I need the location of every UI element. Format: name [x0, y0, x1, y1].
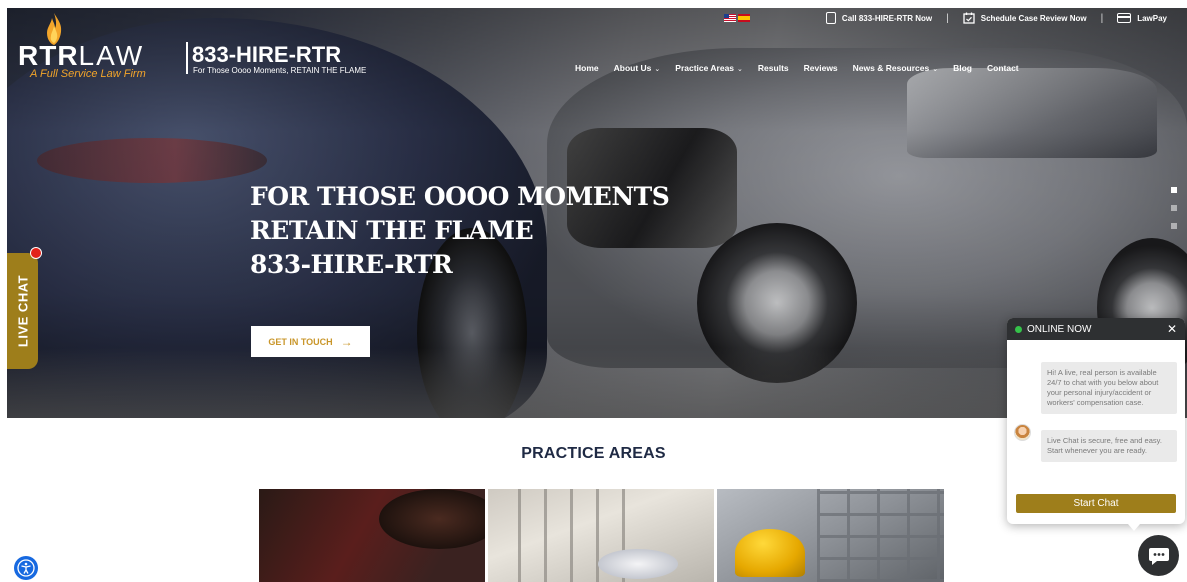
logo-tagline: A Full Service Law Firm: [30, 68, 146, 80]
nav-item-contact[interactable]: Contact: [987, 63, 1019, 73]
chat-widget: ONLINE NOW ✕ Hi! A live, real person is …: [1007, 318, 1185, 524]
start-chat-button[interactable]: Start Chat: [1016, 494, 1176, 513]
nav-item-about-us[interactable]: About Us ⌄: [614, 63, 661, 73]
lawpay-label: LawPay: [1137, 13, 1167, 23]
schedule-review-link[interactable]: Schedule Case Review Now: [963, 12, 1087, 24]
calendar-check-icon: [963, 12, 975, 24]
phone-icon: [825, 12, 836, 24]
english-flag-icon[interactable]: [723, 14, 736, 22]
chevron-down-icon: ⌄: [654, 66, 661, 73]
nav-label: Blog: [953, 63, 972, 73]
schedule-review-label: Schedule Case Review Now: [980, 13, 1087, 23]
nav-label: Contact: [986, 63, 1019, 73]
header-slogan: For Those Oooo Moments, RETAIN THE FLAME: [193, 66, 367, 75]
practice-area-card[interactable]: [717, 489, 944, 582]
chat-widget-pointer: [1128, 524, 1140, 531]
get-in-touch-label: GET IN TOUCH: [268, 336, 333, 347]
chevron-down-icon: ⌄: [932, 66, 939, 73]
call-now-link[interactable]: Call 833-HIRE-RTR Now: [825, 12, 933, 24]
arrow-right-icon: →: [340, 334, 353, 349]
logo-rtr: RTR: [18, 40, 79, 71]
spanish-flag-icon[interactable]: [737, 14, 750, 22]
language-switcher: [723, 14, 750, 22]
lawpay-link[interactable]: LawPay: [1117, 13, 1167, 23]
chat-message: Live Chat is secure, free and easy. Star…: [1041, 430, 1177, 462]
card-image-scaffold: [817, 489, 944, 582]
nav-label: About Us: [613, 63, 652, 73]
slider-dot[interactable]: [1171, 187, 1177, 193]
live-chat-tab[interactable]: LIVE CHAT: [7, 253, 38, 369]
nav-label: Home: [575, 63, 599, 73]
practice-area-card[interactable]: [259, 489, 485, 582]
page: RTRLAW A Full Service Law Firm 833-HIRE-…: [0, 0, 1187, 582]
slider-dot[interactable]: [1171, 223, 1177, 229]
nav-item-results[interactable]: Results: [758, 63, 789, 73]
nav-item-home[interactable]: Home: [575, 63, 599, 73]
slider-dot[interactable]: [1171, 205, 1177, 211]
notification-badge: [30, 247, 42, 259]
chat-launcher-button[interactable]: [1138, 535, 1179, 576]
online-status-dot: [1015, 325, 1022, 333]
logo-divider: [186, 42, 188, 74]
hero-headline-line1: FOR THOSE OOOO MOMENTS: [250, 182, 670, 211]
site-logo[interactable]: RTRLAW A Full Service Law Firm: [18, 12, 178, 80]
get-in-touch-button[interactable]: GET IN TOUCH →: [251, 326, 370, 357]
chat-message: Hi! A live, real person is available 24/…: [1041, 362, 1177, 414]
topbar-separator: |: [946, 12, 949, 24]
nav-item-blog[interactable]: Blog: [953, 63, 972, 73]
accessibility-button[interactable]: [14, 556, 38, 580]
nav-item-reviews[interactable]: Reviews: [804, 63, 838, 73]
card-image-person: [379, 489, 485, 549]
agent-avatar: [1014, 424, 1031, 441]
top-utility-bar: Call 833-HIRE-RTR Now | Schedule Case Re…: [723, 12, 1167, 24]
hero-slider-dots: [1171, 187, 1177, 229]
nav-label: News & Resources: [852, 63, 930, 73]
live-chat-tab-label: LIVE CHAT: [15, 274, 30, 348]
call-now-label: Call 833-HIRE-RTR Now: [841, 13, 933, 23]
hero-headline-line2: RETAIN THE FLAME: [250, 216, 534, 245]
card-image-hard-hat: [735, 529, 805, 577]
close-icon[interactable]: ✕: [1167, 322, 1177, 336]
practice-area-card[interactable]: [488, 489, 714, 582]
chat-header: ONLINE NOW ✕: [1007, 318, 1185, 340]
nav-label: Practice Areas: [675, 63, 735, 73]
nav-label: Reviews: [803, 63, 838, 73]
credit-card-icon: [1117, 13, 1132, 23]
header-phone-number[interactable]: 833-HIRE-RTR: [192, 42, 341, 68]
logo-law: LAW: [78, 40, 145, 71]
card-image-fallen-person: [598, 549, 678, 579]
nav-label: Results: [757, 63, 789, 73]
hero-headline-line3: 833-HIRE-RTR: [250, 250, 453, 279]
main-navigation: Home About Us ⌄ Practice Areas ⌄ Results R…: [575, 63, 1019, 73]
chevron-down-icon: ⌄: [737, 66, 743, 73]
chat-bubble-icon: [1148, 547, 1169, 565]
chat-status: ONLINE NOW: [1027, 323, 1092, 335]
nav-item-practice-areas[interactable]: Practice Areas ⌄: [675, 63, 743, 73]
topbar-separator: |: [1100, 12, 1104, 24]
nav-item-news-resources[interactable]: News & Resources ⌄: [853, 63, 938, 73]
accessibility-icon: [17, 559, 35, 577]
hero-headline: FOR THOSE OOOO MOMENTS RETAIN THE FLAME …: [250, 180, 670, 282]
